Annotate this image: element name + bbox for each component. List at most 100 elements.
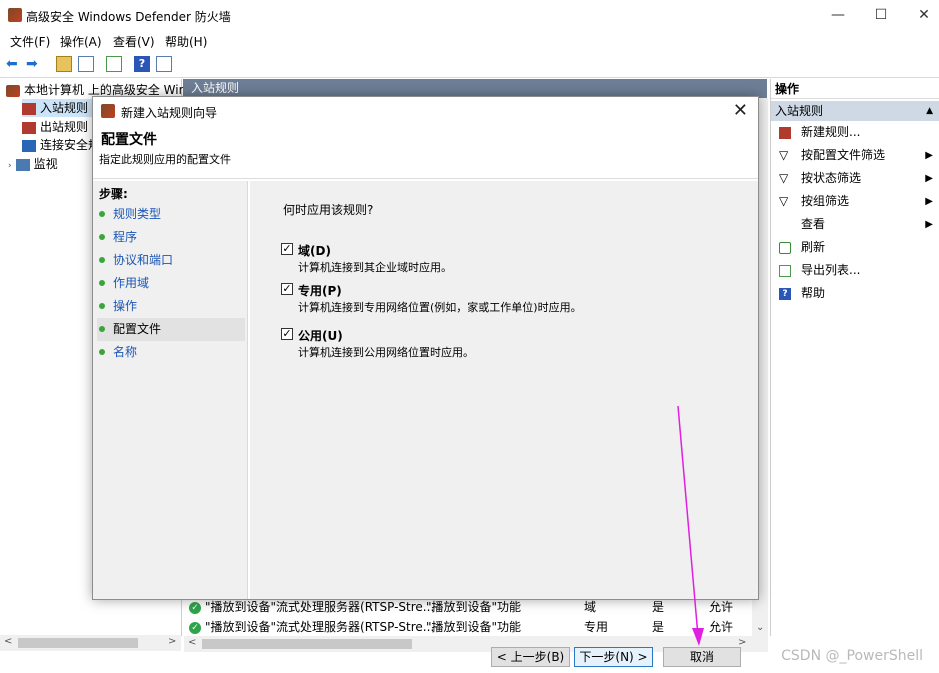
tree-item-outbound-rules[interactable]: 出站规则	[22, 118, 88, 136]
toolbar: ⬅ ➡ ?	[0, 52, 939, 78]
title-bar: 高级安全 Windows Defender 防火墙 — ☐ ✕	[0, 0, 939, 30]
step-dot-icon	[99, 234, 105, 240]
action-refresh[interactable]: 刷新	[771, 236, 939, 259]
help-icon[interactable]: ?	[134, 56, 150, 72]
menu-action[interactable]: 操作(A)	[60, 33, 102, 50]
step-scope[interactable]: 作用域	[97, 272, 245, 295]
scroll-left-icon[interactable]: <	[188, 637, 196, 648]
option-description: 计算机连接到专用网络位置(例如，家或工作单位)时应用。	[298, 301, 582, 314]
option-label: 公用(U)	[298, 329, 343, 343]
tree-item-monitoring[interactable]: › 监视	[8, 155, 58, 173]
option-description: 计算机连接到其企业域时应用。	[298, 261, 452, 274]
rule-action-cell: 允许	[709, 620, 734, 634]
folder-up-icon[interactable]	[56, 56, 72, 72]
close-window-button[interactable]: ✕	[904, 4, 939, 26]
inbound-rules-icon	[22, 102, 36, 115]
dialog-close-button[interactable]: ✕	[733, 100, 748, 121]
step-rule-type[interactable]: 规则类型	[97, 203, 245, 226]
action-export-list[interactable]: 导出列表...	[771, 259, 939, 282]
filter-icon: ▽	[779, 194, 789, 208]
rule-group-cell: "播放到设备"功能	[426, 600, 522, 614]
action-filter-profile[interactable]: ▽ 按配置文件筛选 ▶	[771, 144, 939, 167]
step-program[interactable]: 程序	[97, 226, 245, 249]
action-help[interactable]: ? 帮助	[771, 282, 939, 305]
wizard-content: 何时应用该规则? ✓ 域(D) 计算机连接到其企业域时应用。 ✓ 专用(P) 计…	[250, 181, 758, 667]
actions-pane: 操作 入站规则 ▲ 新建规则... ▽ 按配置文件筛选 ▶ ▽ 按状态筛选 ▶ …	[770, 79, 939, 636]
option-label: 域(D)	[298, 244, 331, 258]
export-list-icon[interactable]	[106, 56, 122, 72]
window-title: 高级安全 Windows Defender 防火墙	[26, 10, 231, 24]
tree-root-label: 本地计算机 上的高级安全 Wind	[24, 83, 194, 97]
step-label: 规则类型	[113, 207, 162, 221]
private-checkbox[interactable]: ✓	[281, 283, 293, 295]
step-label: 作用域	[113, 276, 150, 290]
filter-icon: ▽	[779, 171, 789, 185]
scroll-right-icon[interactable]: >	[168, 636, 176, 647]
public-checkbox[interactable]: ✓	[281, 328, 293, 340]
back-arrow-icon[interactable]: ⬅	[6, 56, 22, 72]
step-protocol-ports[interactable]: 协议和端口	[97, 249, 245, 272]
scrollbar-thumb[interactable]	[18, 638, 138, 648]
dialog-heading: 配置文件	[101, 132, 157, 148]
option-description: 计算机连接到公用网络位置时应用。	[298, 346, 474, 359]
new-rule-icon	[779, 127, 791, 139]
cancel-button[interactable]: 取消	[663, 647, 741, 667]
scrollbar-thumb[interactable]	[202, 639, 412, 649]
action-filter-state[interactable]: ▽ 按状态筛选 ▶	[771, 167, 939, 190]
step-profile[interactable]: 配置文件	[97, 318, 245, 341]
outbound-rules-icon	[22, 121, 36, 134]
menu-view[interactable]: 查看(V)	[113, 33, 155, 50]
tree-item-connection-security[interactable]: 连接安全规	[22, 136, 100, 154]
next-button[interactable]: 下一步(N) >	[574, 647, 653, 667]
step-action[interactable]: 操作	[97, 295, 245, 318]
actions-section-label: 入站规则	[775, 104, 824, 118]
action-new-rule[interactable]: 新建规则...	[771, 121, 939, 144]
show-hide-tree-icon[interactable]	[78, 56, 94, 72]
tree-horizontal-scrollbar[interactable]: < >	[0, 635, 181, 651]
step-dot-icon	[99, 280, 105, 286]
action-label: 按组筛选	[801, 194, 850, 208]
scroll-left-icon[interactable]: <	[4, 636, 12, 647]
step-dot-icon	[99, 349, 105, 355]
action-label: 导出列表...	[801, 263, 861, 277]
steps-title: 步骤:	[99, 187, 128, 201]
actions-section-inbound[interactable]: 入站规则 ▲	[771, 101, 939, 121]
action-label: 按配置文件筛选	[801, 148, 886, 162]
action-label: 帮助	[801, 286, 826, 300]
forward-arrow-icon[interactable]: ➡	[26, 56, 42, 72]
submenu-arrow-icon: ▶	[925, 196, 933, 207]
submenu-arrow-icon: ▶	[925, 173, 933, 184]
annotation-arrow	[677, 406, 704, 646]
rule-profile-cell: 域	[584, 600, 597, 614]
scroll-down-icon[interactable]: ⌄	[756, 622, 764, 633]
chevron-right-icon[interactable]: ›	[8, 161, 12, 171]
menu-file[interactable]: 文件(F)	[10, 33, 50, 50]
export-icon	[779, 265, 791, 277]
step-dot-icon	[99, 257, 105, 263]
domain-checkbox[interactable]: ✓	[281, 243, 293, 255]
back-button[interactable]: < 上一步(B)	[491, 647, 570, 667]
rule-name-cell: "播放到设备"流式处理服务器(RTSP-Stre...	[205, 600, 435, 614]
rule-name-cell: "播放到设备"流式处理服务器(RTSP-Stre...	[205, 620, 435, 634]
connection-security-icon	[22, 139, 36, 152]
enabled-check-icon: ✓	[189, 601, 201, 614]
help-icon: ?	[779, 288, 791, 300]
collapse-triangle-icon[interactable]: ▲	[926, 101, 933, 121]
step-name[interactable]: 名称	[97, 341, 245, 364]
action-label: 按状态筛选	[801, 171, 862, 185]
watermark: CSDN @_PowerShell	[781, 648, 923, 664]
show-hide-action-pane-icon[interactable]	[156, 56, 172, 72]
submenu-arrow-icon: ▶	[925, 219, 933, 230]
maximize-button[interactable]: ☐	[861, 4, 901, 26]
step-label: 程序	[113, 230, 138, 244]
action-view[interactable]: 查看 ▶	[771, 213, 939, 236]
tree-item-inbound-rules[interactable]: 入站规则	[22, 99, 93, 117]
menu-help[interactable]: 帮助(H)	[165, 33, 207, 50]
action-filter-group[interactable]: ▽ 按组筛选 ▶	[771, 190, 939, 213]
monitor-icon	[15, 158, 30, 171]
step-label: 协议和端口	[113, 253, 174, 267]
minimize-button[interactable]: —	[818, 4, 858, 26]
tree-item-label: 出站规则	[40, 120, 89, 134]
action-label: 刷新	[801, 240, 826, 254]
filter-icon: ▽	[779, 148, 789, 162]
